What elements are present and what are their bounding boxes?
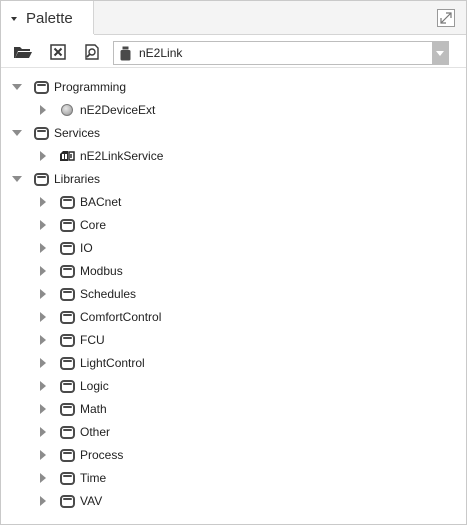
expand-toggle-icon[interactable] (37, 495, 49, 507)
folder-icon (59, 425, 75, 439)
chevron-down-icon (436, 50, 444, 56)
tree-node-label: LightControl (80, 356, 145, 370)
device-ext-icon (59, 103, 75, 117)
tree-node[interactable]: VAV (37, 490, 102, 512)
tree-node-label: Logic (80, 379, 109, 393)
tree-node[interactable]: nE2LinkService (37, 145, 163, 167)
tree-node-label: Services (54, 126, 101, 140)
folder-icon (33, 172, 49, 186)
collapse-toggle-icon[interactable] (11, 127, 23, 139)
tree-node-label: IO (80, 241, 93, 255)
tree-node[interactable]: Math (37, 398, 107, 420)
folder-icon (59, 195, 75, 209)
tree-node[interactable]: Process (37, 444, 123, 466)
tree-node[interactable]: Schedules (37, 283, 136, 305)
close-palette-button[interactable] (47, 41, 69, 63)
tree-node-label: ComfortControl (80, 310, 162, 324)
tree-node-label: Other (80, 425, 111, 439)
tree-node[interactable]: nE2DeviceExt (37, 99, 155, 121)
expand-toggle-icon[interactable] (37, 426, 49, 438)
expand-toggle-icon[interactable] (37, 265, 49, 277)
tree-node[interactable]: Modbus (37, 260, 123, 282)
close-box-icon (50, 44, 66, 60)
palette-title: Palette (26, 9, 73, 27)
expand-toggle-icon[interactable] (37, 472, 49, 484)
folder-icon (59, 471, 75, 485)
palette-header: Palette (1, 1, 466, 36)
palette-tab[interactable]: Palette (1, 1, 94, 35)
expand-toggle-icon[interactable] (37, 334, 49, 346)
tree-node[interactable]: LightControl (37, 352, 145, 374)
folder-icon (59, 287, 75, 301)
tree-node-label: VAV (80, 494, 103, 508)
expand-toggle-icon[interactable] (37, 104, 49, 116)
jar-icon (120, 46, 131, 61)
expand-toggle-icon[interactable] (37, 357, 49, 369)
folder-icon (59, 402, 75, 416)
module-select[interactable]: nE2Link (113, 41, 449, 65)
find-icon (85, 44, 99, 60)
tree-node[interactable]: Libraries (11, 168, 100, 190)
tree-node[interactable]: IO (37, 237, 93, 259)
tree-node[interactable]: Logic (37, 375, 109, 397)
palette-toolbar: nE2Link (1, 36, 466, 68)
open-palette-button[interactable] (12, 41, 34, 63)
folder-icon (59, 448, 75, 462)
tree-node-label: Modbus (80, 264, 123, 278)
expand-toggle-icon[interactable] (37, 196, 49, 208)
caret-down-icon[interactable] (11, 16, 17, 21)
maximize-icon (440, 12, 452, 24)
folder-icon (59, 218, 75, 232)
expand-toggle-icon[interactable] (37, 242, 49, 254)
collapse-toggle-icon[interactable] (11, 173, 23, 185)
tree-node-label: nE2DeviceExt (80, 103, 156, 117)
tree-node-label: Time (80, 471, 107, 485)
folder-icon (59, 310, 75, 324)
folder-icon (59, 333, 75, 347)
expand-toggle-icon[interactable] (37, 219, 49, 231)
expand-toggle-icon[interactable] (37, 150, 49, 162)
tree-node-label: Core (80, 218, 107, 232)
expand-toggle-icon[interactable] (37, 449, 49, 461)
tree-node[interactable]: Time (37, 467, 106, 489)
tree-node[interactable]: FCU (37, 329, 105, 351)
tree-node[interactable]: Programming (11, 76, 126, 98)
tree-node-label: Programming (54, 80, 127, 94)
tree-node-label: Libraries (54, 172, 101, 186)
folder-icon (33, 126, 49, 140)
folder-icon (59, 264, 75, 278)
tree-node[interactable]: ComfortControl (37, 306, 161, 328)
tree-node-label: Schedules (80, 287, 137, 301)
tree-node[interactable]: BACnet (37, 191, 121, 213)
expand-toggle-icon[interactable] (37, 403, 49, 415)
link-service-icon (59, 149, 75, 163)
folder-icon (59, 494, 75, 508)
tree-node-label: BACnet (80, 195, 122, 209)
tree-node-label: nE2LinkService (80, 149, 164, 163)
tree-node[interactable]: Services (11, 122, 100, 144)
module-select-value: nE2Link (139, 46, 183, 60)
find-button[interactable] (81, 41, 103, 63)
folder-icon (33, 80, 49, 94)
maximize-button[interactable] (437, 9, 455, 27)
dropdown-arrow-button[interactable] (432, 42, 448, 64)
collapse-toggle-icon[interactable] (11, 81, 23, 93)
tree-node-label: Math (80, 402, 107, 416)
folder-icon (59, 241, 75, 255)
expand-toggle-icon[interactable] (37, 311, 49, 323)
folder-icon (59, 356, 75, 370)
open-folder-icon (14, 47, 32, 58)
tree-node-label: FCU (80, 333, 105, 347)
palette-panel: Palette nE2Link Programming nE2DeviceExt… (0, 0, 467, 525)
tree-node-label: Process (80, 448, 124, 462)
folder-icon (59, 379, 75, 393)
tree-node[interactable]: Core (37, 214, 106, 236)
expand-toggle-icon[interactable] (37, 288, 49, 300)
tree-node[interactable]: Other (37, 421, 110, 443)
expand-toggle-icon[interactable] (37, 380, 49, 392)
